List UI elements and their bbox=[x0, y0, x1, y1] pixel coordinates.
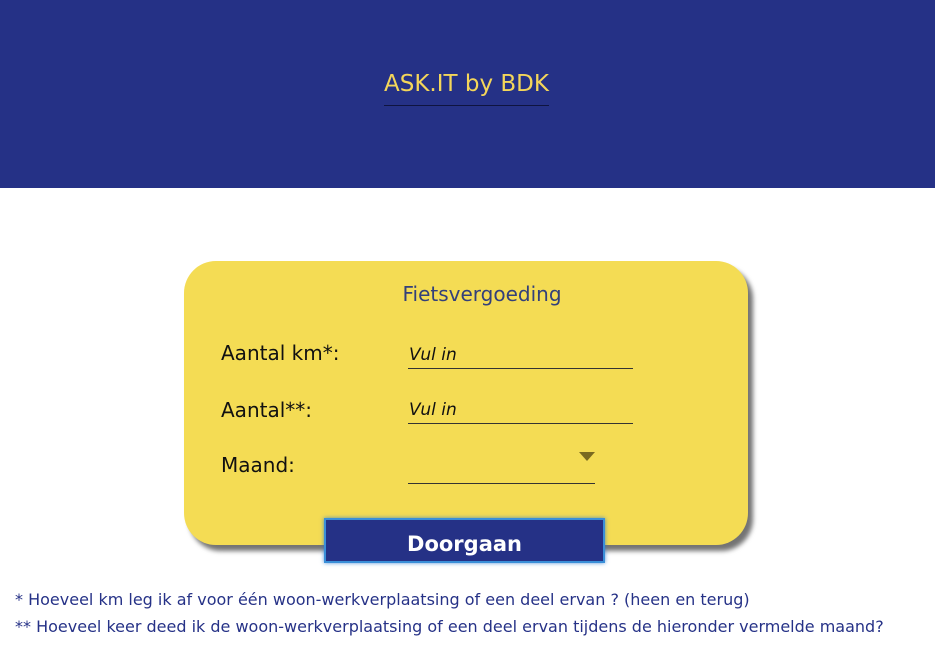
count-input[interactable] bbox=[408, 396, 633, 424]
chevron-down-icon[interactable] bbox=[579, 452, 595, 461]
footnote-count: ** Hoeveel keer deed ik de woon-werkverp… bbox=[15, 617, 884, 636]
continue-button[interactable]: Doorgaan bbox=[324, 518, 605, 563]
bike-allowance-card: Fietsvergoeding Aantal km*: Aantal**: Ma… bbox=[184, 261, 748, 545]
month-select[interactable] bbox=[408, 447, 595, 484]
footnote-km: * Hoeveel km leg ik af voor één woon-wer… bbox=[15, 590, 750, 609]
km-label: Aantal km*: bbox=[221, 341, 340, 365]
month-label: Maand: bbox=[221, 453, 295, 477]
form-title: Fietsvergoeding bbox=[402, 282, 562, 306]
km-input[interactable] bbox=[408, 341, 633, 369]
brand-title[interactable]: ASK.IT by BDK bbox=[384, 68, 549, 106]
app-header: ASK.IT by BDK bbox=[0, 0, 935, 188]
count-label: Aantal**: bbox=[221, 398, 313, 422]
